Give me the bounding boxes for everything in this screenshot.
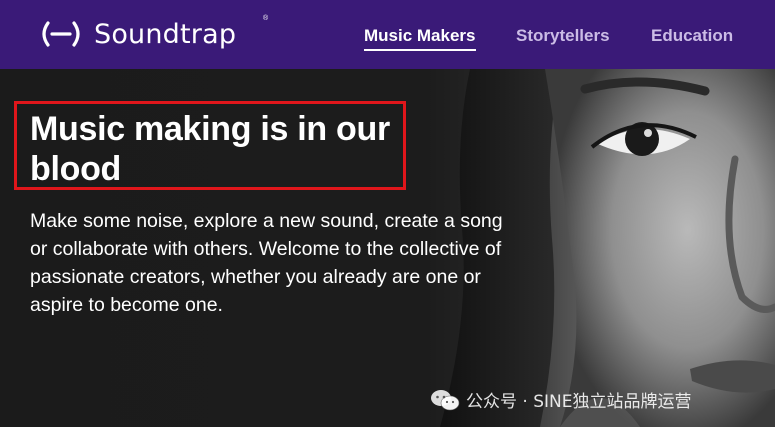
registered-mark: ®: [263, 15, 269, 22]
top-navigation-bar: Soundtrap ® Music Makers Storytellers Ed…: [0, 0, 775, 69]
wechat-icon: [431, 389, 460, 410]
hero-headline: Music making is in our blood: [30, 110, 390, 188]
nav-link-music-makers[interactable]: Music Makers: [364, 26, 476, 51]
hero-description: Make some noise, explore a new sound, cr…: [30, 210, 503, 316]
hero-section: Music making is in our blood Make some n…: [0, 69, 775, 427]
nav-link-storytellers[interactable]: Storytellers: [516, 26, 610, 46]
nav-link-education[interactable]: Education: [651, 26, 733, 46]
wechat-watermark: 公众号 · SINE独立站品牌运营: [430, 387, 691, 412]
watermark-text: 公众号 · SINE独立站品牌运营: [466, 392, 692, 412]
main-nav: Music Makers Storytellers Education: [0, 26, 775, 56]
